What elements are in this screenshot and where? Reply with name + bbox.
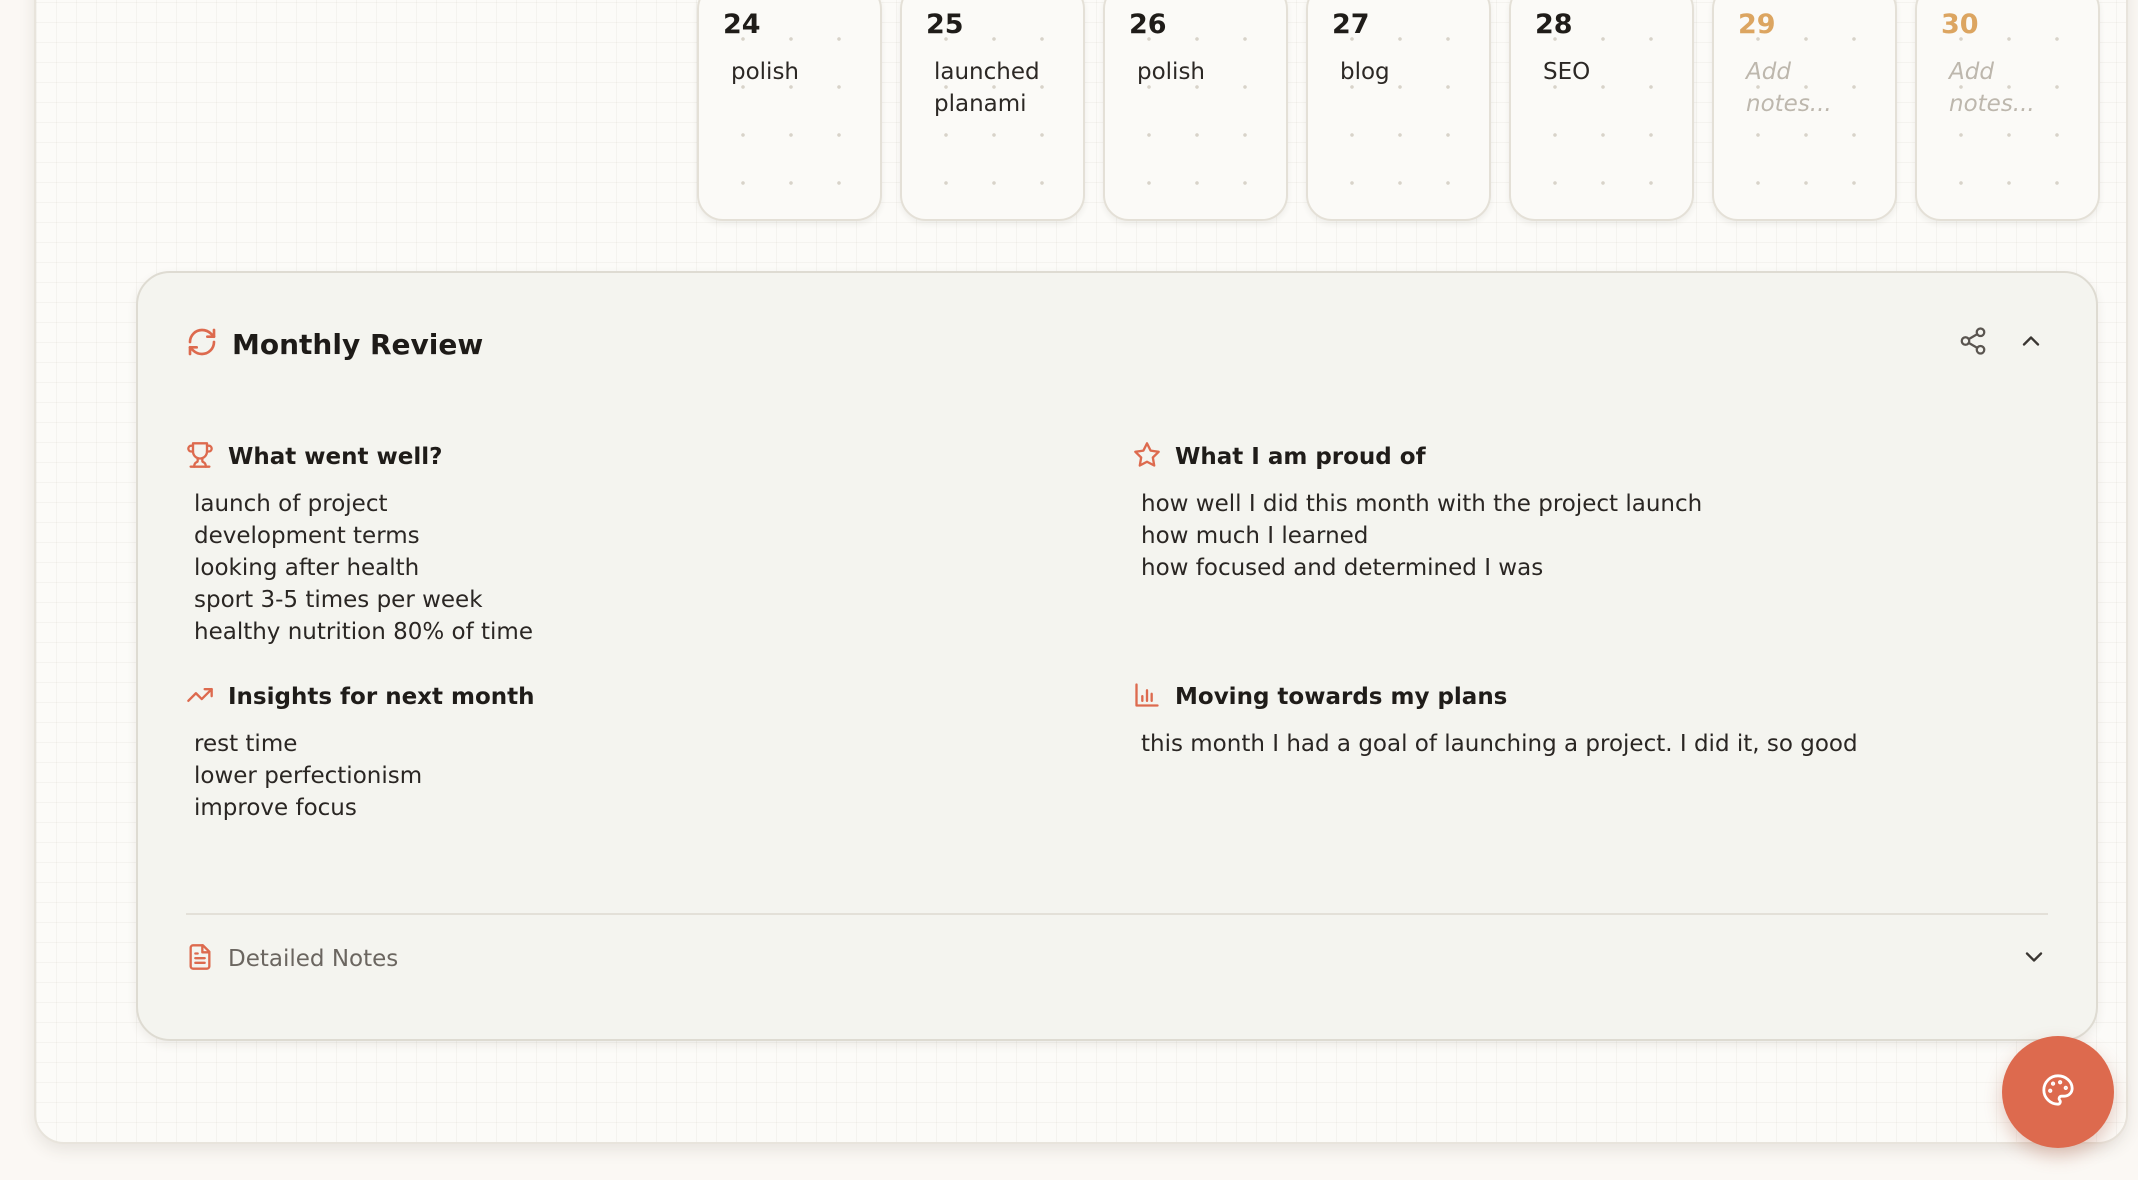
day-number: 26 xyxy=(1129,9,1167,40)
file-text-icon xyxy=(186,943,214,976)
list-item: this month I had a goal of launching a p… xyxy=(1141,731,1858,757)
went-well-list[interactable]: launch of project development terms look… xyxy=(186,488,533,648)
day-number: 28 xyxy=(1535,9,1573,40)
share-button[interactable] xyxy=(1956,326,1990,360)
section-what-went-well: What went well? launch of project develo… xyxy=(186,440,533,648)
day-number: 29 xyxy=(1738,9,1776,40)
trophy-icon xyxy=(186,441,214,474)
calendar-week-row: 24 polish 25 launched planami 26 polish … xyxy=(697,0,2100,221)
review-actions xyxy=(1956,326,2048,360)
list-item: how much I learned xyxy=(1141,523,1369,549)
palette-icon xyxy=(2041,1073,2075,1112)
section-title: What went well? xyxy=(228,444,443,470)
list-item: how well I did this month with the proje… xyxy=(1141,491,1703,517)
day-note[interactable]: polish xyxy=(1129,56,1262,88)
section-title: Insights for next month xyxy=(228,684,535,710)
detailed-notes-toggle[interactable]: Detailed Notes xyxy=(186,937,2048,981)
list-item: launch of project xyxy=(194,491,388,517)
share-icon xyxy=(1958,326,1988,361)
chevron-up-icon xyxy=(2017,327,2045,360)
section-title: Moving towards my plans xyxy=(1175,684,1508,710)
day-note[interactable]: blog xyxy=(1332,56,1465,88)
section-title: What I am proud of xyxy=(1175,444,1426,470)
chevron-down-icon[interactable] xyxy=(2020,943,2048,976)
review-title: Monthly Review xyxy=(232,328,484,361)
day-cell-29[interactable]: 29 Add notes... xyxy=(1712,0,1897,221)
bar-chart-icon xyxy=(1133,681,1161,714)
day-cell-27[interactable]: 27 blog xyxy=(1306,0,1491,221)
day-number: 30 xyxy=(1941,9,1979,40)
list-item: rest time xyxy=(194,731,298,757)
day-note[interactable]: launched planami xyxy=(926,56,1059,120)
list-item: lower perfectionism xyxy=(194,763,423,789)
proud-of-list[interactable]: how well I did this month with the proje… xyxy=(1133,488,1702,584)
detailed-notes-label: Detailed Notes xyxy=(228,946,399,972)
review-header: Monthly Review xyxy=(186,326,483,363)
refresh-icon xyxy=(186,326,218,363)
day-cell-28[interactable]: 28 SEO xyxy=(1509,0,1694,221)
list-item: looking after health xyxy=(194,555,420,581)
day-number: 27 xyxy=(1332,9,1370,40)
section-proud-of: What I am proud of how well I did this m… xyxy=(1133,440,1702,584)
list-item: healthy nutrition 80% of time xyxy=(194,619,533,645)
insights-list[interactable]: rest time lower perfectionism improve fo… xyxy=(186,728,535,824)
list-item: sport 3-5 times per week xyxy=(194,587,483,613)
day-note[interactable]: polish xyxy=(723,56,856,88)
divider xyxy=(186,913,2048,915)
list-item: improve focus xyxy=(194,795,357,821)
day-cell-24[interactable]: 24 polish xyxy=(697,0,882,221)
day-cell-26[interactable]: 26 polish xyxy=(1103,0,1288,221)
list-item: development terms xyxy=(194,523,420,549)
day-number: 24 xyxy=(723,9,761,40)
day-note-placeholder[interactable]: Add notes... xyxy=(1941,56,2074,120)
trending-up-icon xyxy=(186,681,214,714)
plans-list[interactable]: this month I had a goal of launching a p… xyxy=(1133,728,1858,760)
star-icon xyxy=(1133,441,1161,474)
day-cell-25[interactable]: 25 launched planami xyxy=(900,0,1085,221)
section-plans: Moving towards my plans this month I had… xyxy=(1133,680,1858,760)
monthly-review-panel: Monthly Review What went well? launch of… xyxy=(136,271,2098,1041)
month-page: 24 polish 25 launched planami 26 polish … xyxy=(34,0,2128,1144)
day-note-placeholder[interactable]: Add notes... xyxy=(1738,56,1871,120)
day-number: 25 xyxy=(926,9,964,40)
list-item: how focused and determined I was xyxy=(1141,555,1544,581)
theme-palette-button[interactable] xyxy=(2002,1036,2114,1148)
collapse-review-button[interactable] xyxy=(2014,326,2048,360)
section-insights: Insights for next month rest time lower … xyxy=(186,680,535,824)
day-cell-30[interactable]: 30 Add notes... xyxy=(1915,0,2100,221)
day-note[interactable]: SEO xyxy=(1535,56,1668,88)
